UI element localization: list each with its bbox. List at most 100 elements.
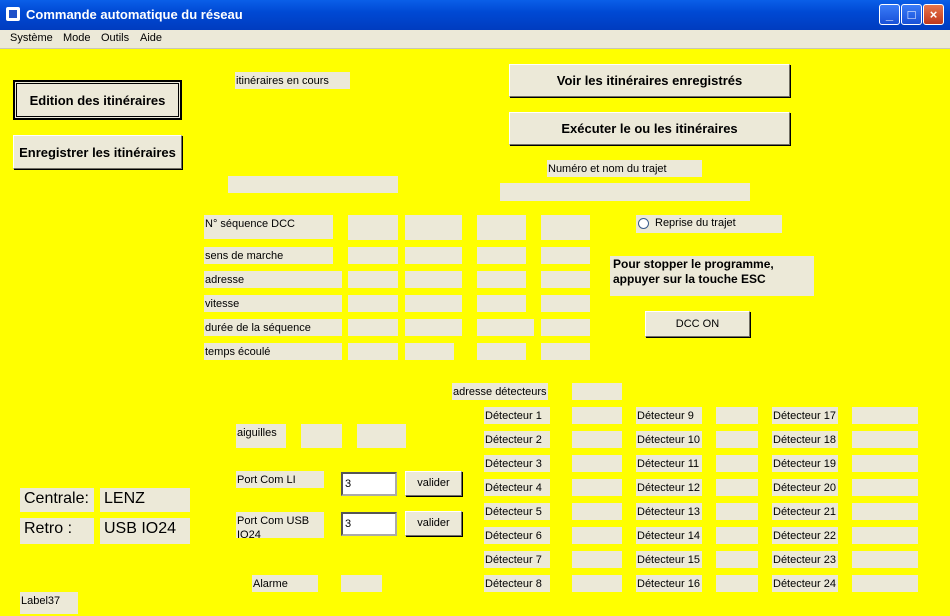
executer-itineraires-button[interactable]: Exécuter le ou les itinéraires xyxy=(509,112,790,145)
dcc-on-button[interactable]: DCC ON xyxy=(645,311,750,337)
detector-value xyxy=(716,527,758,544)
sequence-cell xyxy=(541,271,590,288)
sequence-cell xyxy=(541,295,590,312)
detector-value xyxy=(716,479,758,496)
detector-label: Détecteur 11 xyxy=(636,455,702,472)
edition-itineraires-button[interactable]: Edition des itinéraires xyxy=(13,80,182,120)
adresse-detecteurs-label: adresse détecteurs xyxy=(452,383,548,400)
centrale-label: Centrale: xyxy=(20,488,94,512)
sequence-cell xyxy=(477,215,526,240)
detector-label: Détecteur 10 xyxy=(636,431,702,448)
detector-label: Détecteur 16 xyxy=(636,575,702,592)
port-com-li-input[interactable] xyxy=(341,472,397,496)
detector-value xyxy=(852,551,918,568)
port-com-usb-label: Port Com USB IO24 xyxy=(236,512,324,538)
menu-systeme[interactable]: Système xyxy=(10,32,53,44)
alarme-value xyxy=(341,575,382,592)
trajet-display xyxy=(500,183,750,201)
radio-icon[interactable] xyxy=(638,218,649,229)
detector-value xyxy=(852,455,918,472)
sequence-cell xyxy=(348,215,398,240)
label37: Label37 xyxy=(20,592,78,614)
retro-value: USB IO24 xyxy=(100,518,190,544)
detector-value xyxy=(852,407,918,424)
detector-value xyxy=(572,479,622,496)
app-icon xyxy=(6,7,20,21)
menu-mode[interactable]: Mode xyxy=(63,32,91,44)
sequence-cell xyxy=(405,271,462,288)
sequence-cell xyxy=(541,319,590,336)
detector-label: Détecteur 13 xyxy=(636,503,702,520)
detector-label: Détecteur 6 xyxy=(484,527,550,544)
minimize-button[interactable]: _ xyxy=(879,4,900,25)
sequence-row-label: vitesse xyxy=(204,295,342,312)
sequence-cell xyxy=(405,247,462,264)
detector-value xyxy=(716,575,758,592)
sequence-cell xyxy=(348,295,398,312)
stop-message: Pour stopper le programme, appuyer sur l… xyxy=(610,256,814,296)
detector-label: Détecteur 18 xyxy=(772,431,838,448)
valider-port-usb-button[interactable]: valider xyxy=(405,511,462,536)
sequence-cell xyxy=(405,295,462,312)
centrale-value: LENZ xyxy=(100,488,190,512)
sequence-cell xyxy=(348,343,398,360)
menu-outils[interactable]: Outils xyxy=(101,32,129,44)
detector-label: Détecteur 9 xyxy=(636,407,702,424)
reprise-trajet-label: Reprise du trajet xyxy=(655,217,736,229)
sequence-row-label: adresse xyxy=(204,271,342,288)
detector-value xyxy=(852,527,918,544)
numero-nom-trajet-label: Numéro et nom du trajet xyxy=(547,160,702,177)
detector-label: Détecteur 14 xyxy=(636,527,702,544)
detector-value xyxy=(852,503,918,520)
retro-label: Retro : xyxy=(20,518,94,544)
detector-label: Détecteur 23 xyxy=(772,551,838,568)
sequence-cell xyxy=(348,319,398,336)
detector-label: Détecteur 20 xyxy=(772,479,838,496)
detector-value xyxy=(572,551,622,568)
sequence-cell xyxy=(477,343,526,360)
detector-label: Détecteur 4 xyxy=(484,479,550,496)
detector-value xyxy=(852,431,918,448)
sequence-cell xyxy=(541,247,590,264)
close-button[interactable]: × xyxy=(923,4,944,25)
aiguilles-label: aiguilles xyxy=(236,424,286,448)
detector-label: Détecteur 21 xyxy=(772,503,838,520)
detector-label: Détecteur 24 xyxy=(772,575,838,592)
port-com-li-label: Port Com LI 101F xyxy=(236,471,324,488)
maximize-button[interactable]: □ xyxy=(901,4,922,25)
valider-port-li-button[interactable]: valider xyxy=(405,471,462,496)
sequence-cell xyxy=(477,271,526,288)
detector-value xyxy=(572,455,622,472)
sequence-row-label: temps écoulé xyxy=(204,343,342,360)
detector-value xyxy=(716,455,758,472)
detector-value xyxy=(716,407,758,424)
menu-bar: Système Mode Outils Aide xyxy=(0,30,950,49)
adresse-detecteurs-value xyxy=(572,383,622,400)
enregistrer-itineraires-button[interactable]: Enregistrer les itinéraires xyxy=(13,135,182,169)
title-bar: Commande automatique du réseau _ □ × xyxy=(0,0,950,30)
detector-value xyxy=(572,407,622,424)
detector-label: Détecteur 15 xyxy=(636,551,702,568)
aiguilles-value-2 xyxy=(357,424,406,448)
detector-label: Détecteur 5 xyxy=(484,503,550,520)
reprise-trajet-radio-group[interactable]: Reprise du trajet xyxy=(636,215,782,233)
sequence-row-label: durée de la séquence xyxy=(204,319,342,336)
detector-label: Détecteur 22 xyxy=(772,527,838,544)
sequence-cell xyxy=(541,215,590,240)
voir-itineraires-button[interactable]: Voir les itinéraires enregistrés xyxy=(509,64,790,97)
detector-label: Détecteur 17 xyxy=(772,407,838,424)
window-title: Commande automatique du réseau xyxy=(26,7,243,22)
sequence-cell xyxy=(405,343,454,360)
sequence-cell xyxy=(477,247,526,264)
detector-value xyxy=(852,575,918,592)
detector-label: Détecteur 2 xyxy=(484,431,550,448)
detector-value xyxy=(716,503,758,520)
port-com-usb-input[interactable] xyxy=(341,512,397,536)
detector-label: Détecteur 19 xyxy=(772,455,838,472)
sequence-cell xyxy=(405,319,462,336)
detector-value xyxy=(716,431,758,448)
menu-aide[interactable]: Aide xyxy=(140,32,162,44)
detector-value xyxy=(852,479,918,496)
detector-label: Détecteur 7 xyxy=(484,551,550,568)
sequence-cell xyxy=(541,343,590,360)
